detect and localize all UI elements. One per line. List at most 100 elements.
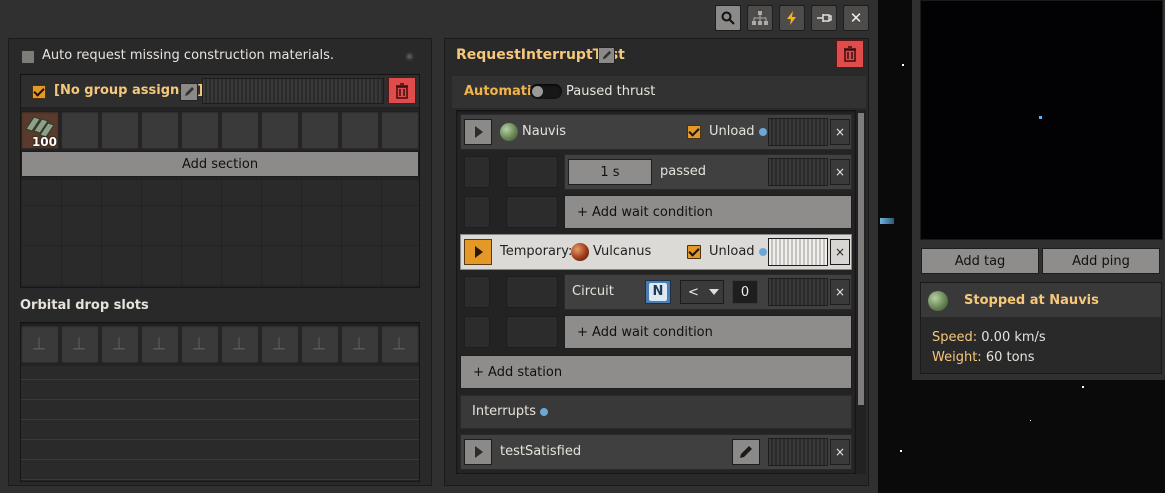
group-enabled-checkbox[interactable] (32, 85, 46, 99)
rocket-silo-icon: ⟂ (353, 333, 366, 354)
request-slot[interactable] (101, 111, 139, 149)
remove-station-button[interactable]: × (830, 239, 850, 265)
vulcanus-planet-icon (571, 243, 589, 261)
edit-icon (185, 87, 194, 96)
orbital-slot-row: ⟂ ⟂ ⟂ ⟂ ⟂ ⟂ ⟂ ⟂ ⟂ ⟂ (21, 324, 419, 364)
add-wait-condition-button[interactable]: + Add wait condition (564, 195, 852, 229)
condition-gutter (464, 276, 490, 308)
orbital-slot[interactable]: ⟂ (221, 325, 259, 363)
empty-slot-grid (21, 180, 419, 286)
add-section-button[interactable]: Add section (21, 151, 419, 177)
rocket-silo-icon: ⟂ (113, 333, 126, 354)
condition-drag-handle[interactable] (768, 278, 828, 306)
remove-condition-button[interactable]: × (830, 279, 850, 305)
pencil-icon (740, 446, 752, 458)
star (902, 64, 904, 66)
delete-schedule-button[interactable] (836, 40, 864, 68)
play-icon (475, 446, 483, 458)
orbital-slot[interactable]: ⟂ (101, 325, 139, 363)
comparator-value: < (688, 284, 699, 300)
request-slot[interactable] (341, 111, 379, 149)
orbital-slot[interactable]: ⟂ (21, 325, 59, 363)
pin-button[interactable] (811, 5, 837, 31)
signal-selector[interactable]: N (645, 280, 671, 304)
auto-request-checkbox[interactable] (21, 50, 35, 64)
schedule-rename-button[interactable] (598, 47, 615, 64)
go-to-station-button[interactable] (464, 239, 492, 265)
orbital-slot[interactable]: ⟂ (341, 325, 379, 363)
orbital-slot[interactable]: ⟂ (301, 325, 339, 363)
interrupt-drag-handle[interactable] (768, 438, 828, 466)
request-slot[interactable] (141, 111, 179, 149)
orbital-slot[interactable]: ⟂ (141, 325, 179, 363)
remove-interrupt-button[interactable]: × (830, 439, 850, 465)
status-indicator (405, 52, 414, 61)
info-icon (758, 247, 767, 256)
unload-checkbox[interactable] (687, 125, 701, 139)
auto-request-label: Auto request missing construction materi… (42, 48, 335, 63)
request-slot[interactable] (261, 111, 299, 149)
slot-count: 100 (31, 135, 57, 149)
group-rename-button[interactable] (180, 83, 198, 101)
ship-blip (880, 218, 894, 224)
close-icon: ✕ (849, 9, 863, 27)
constant-value: 0 (740, 284, 750, 300)
orbital-slot[interactable]: ⟂ (261, 325, 299, 363)
edit-icon (602, 50, 612, 60)
signal-n-icon: N (649, 283, 667, 301)
nauvis-planet-icon (500, 123, 518, 141)
interrupt-name: testSatisfied (500, 444, 582, 459)
minimap-ship-marker (1039, 116, 1042, 119)
trigger-interrupt-button[interactable] (464, 439, 492, 465)
constant-value-field[interactable]: 0 (732, 280, 758, 304)
weight-row: Weight: 60 tons (932, 350, 1035, 365)
search-button[interactable] (715, 5, 741, 31)
rocket-silo-icon: ⟂ (393, 333, 406, 354)
orbital-slot[interactable]: ⟂ (181, 325, 219, 363)
rocket-silo-icon: ⟂ (273, 333, 286, 354)
automatic-toggle[interactable] (530, 84, 562, 99)
lightning-icon (787, 11, 796, 25)
speed-label: Speed: (932, 330, 978, 345)
network-button[interactable] (747, 5, 773, 31)
power-button[interactable] (779, 5, 805, 31)
info-icon (540, 407, 548, 416)
go-to-station-button[interactable] (464, 119, 492, 145)
orbital-slot[interactable]: ⟂ (61, 325, 99, 363)
condition-gutter (464, 316, 490, 348)
condition-gutter (464, 156, 490, 188)
edit-interrupt-button[interactable] (732, 439, 760, 465)
comparator-dropdown[interactable]: < (680, 280, 724, 304)
unload-checkbox[interactable] (687, 245, 701, 259)
add-tag-button[interactable]: Add tag (921, 248, 1039, 274)
close-button[interactable]: ✕ (843, 5, 869, 31)
add-station-button[interactable]: + Add station (460, 355, 852, 389)
station-drag-handle[interactable] (768, 238, 828, 266)
add-ping-button[interactable]: Add ping (1042, 248, 1160, 274)
station-drag-handle[interactable] (768, 118, 828, 146)
rocket-silo-icon: ⟂ (313, 333, 326, 354)
add-wait-condition-button[interactable]: + Add wait condition (564, 315, 852, 349)
time-value-button[interactable]: 1 s (568, 159, 652, 185)
request-slot[interactable] (221, 111, 259, 149)
rocket-silo-icon: ⟂ (193, 333, 206, 354)
star (1082, 386, 1084, 388)
request-slot[interactable] (181, 111, 219, 149)
schedule-scrollbar-thumb[interactable] (857, 112, 865, 406)
status-text: Stopped at Nauvis (964, 293, 1099, 308)
request-slot[interactable] (381, 111, 419, 149)
weight-value: 60 tons (985, 350, 1035, 365)
minimap[interactable] (920, 0, 1163, 240)
condition-gutter (464, 196, 490, 228)
request-slot[interactable] (301, 111, 339, 149)
interrupts-label: Interrupts (472, 404, 548, 419)
request-slot[interactable] (61, 111, 99, 149)
remove-condition-button[interactable]: × (830, 159, 850, 185)
orbital-slot[interactable]: ⟂ (381, 325, 419, 363)
remove-station-button[interactable]: × (830, 119, 850, 145)
delete-group-button[interactable] (388, 77, 416, 104)
condition-drag-handle[interactable] (768, 158, 828, 186)
orbital-empty-rows (21, 366, 419, 480)
request-slot-filled[interactable]: 100 (21, 111, 59, 149)
nauvis-planet-icon (928, 291, 948, 311)
